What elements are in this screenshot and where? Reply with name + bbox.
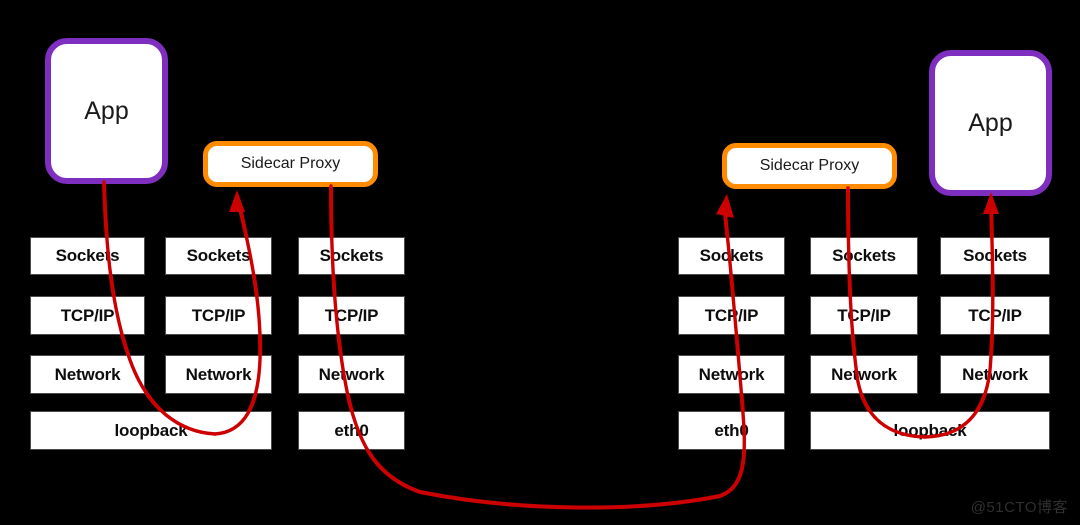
right-col2-sockets[interactable]: Sockets <box>810 237 918 275</box>
layer-label: Sockets <box>699 246 764 265</box>
diagram-canvas: App Sidecar Proxy Sockets TCP/IP Network… <box>0 0 1080 525</box>
right-loopback-interface[interactable]: loopback <box>810 411 1050 450</box>
left-eth0-interface[interactable]: eth0 <box>298 411 405 450</box>
left-sidecar-proxy-label: Sidecar Proxy <box>240 155 341 172</box>
left-col1-sockets[interactable]: Sockets <box>30 237 145 275</box>
left-col2-tcpip[interactable]: TCP/IP <box>165 296 272 335</box>
left-col1-network[interactable]: Network <box>30 355 145 394</box>
layer-label: Sockets <box>319 246 384 265</box>
left-col3-tcpip[interactable]: TCP/IP <box>298 296 405 335</box>
right-col3-sockets[interactable]: Sockets <box>940 237 1050 275</box>
layer-label: TCP/IP <box>191 305 246 325</box>
right-sidecar-proxy-label: Sidecar Proxy <box>759 157 860 174</box>
left-col2-network[interactable]: Network <box>165 355 272 394</box>
layer-label: Sockets <box>55 246 120 265</box>
right-app-label: App <box>968 108 1013 137</box>
left-col3-network[interactable]: Network <box>298 355 405 394</box>
right-col1-tcpip[interactable]: TCP/IP <box>678 296 785 335</box>
layer-label: TCP/IP <box>837 305 891 325</box>
left-col2-sockets[interactable]: Sockets <box>165 237 272 275</box>
layer-label: Network <box>54 364 121 384</box>
layer-label: Network <box>185 364 252 384</box>
layer-label: TCP/IP <box>704 305 759 325</box>
right-col2-tcpip[interactable]: TCP/IP <box>810 296 918 335</box>
arrowhead-left-proxy-in <box>229 190 245 212</box>
layer-label: TCP/IP <box>324 305 379 325</box>
right-eth0-interface[interactable]: eth0 <box>678 411 785 450</box>
layer-label: Sockets <box>963 246 1027 265</box>
right-col3-network[interactable]: Network <box>940 355 1050 394</box>
watermark: @51CTO博客 <box>970 499 1068 516</box>
left-app-label: App <box>84 96 129 125</box>
left-col3-sockets[interactable]: Sockets <box>298 237 405 275</box>
layer-label: Sockets <box>186 246 251 265</box>
left-loopback-interface[interactable]: loopback <box>30 411 272 450</box>
layer-label: eth0 <box>714 420 749 440</box>
arrowhead-right-proxy-in <box>716 194 734 218</box>
left-col1-tcpip[interactable]: TCP/IP <box>30 296 145 335</box>
layer-label: Network <box>962 364 1028 384</box>
right-col1-network[interactable]: Network <box>678 355 785 394</box>
right-sidecar-proxy-box[interactable]: Sidecar Proxy <box>722 143 897 189</box>
layer-label: loopback <box>114 420 188 440</box>
right-app-box[interactable]: App <box>929 50 1052 196</box>
wire-bottom-link <box>418 490 722 510</box>
left-app-box[interactable]: App <box>45 38 168 184</box>
right-col2-network[interactable]: Network <box>810 355 918 394</box>
layer-label: TCP/IP <box>968 305 1022 325</box>
layer-label: Network <box>318 364 385 384</box>
left-sidecar-proxy-box[interactable]: Sidecar Proxy <box>203 141 378 187</box>
layer-label: TCP/IP <box>60 305 115 325</box>
layer-label: eth0 <box>334 420 369 440</box>
layer-label: Network <box>698 364 765 384</box>
layer-label: Network <box>831 364 897 384</box>
right-col3-tcpip[interactable]: TCP/IP <box>940 296 1050 335</box>
layer-label: Sockets <box>832 246 896 265</box>
layer-label: loopback <box>893 420 967 440</box>
right-col1-sockets[interactable]: Sockets <box>678 237 785 275</box>
